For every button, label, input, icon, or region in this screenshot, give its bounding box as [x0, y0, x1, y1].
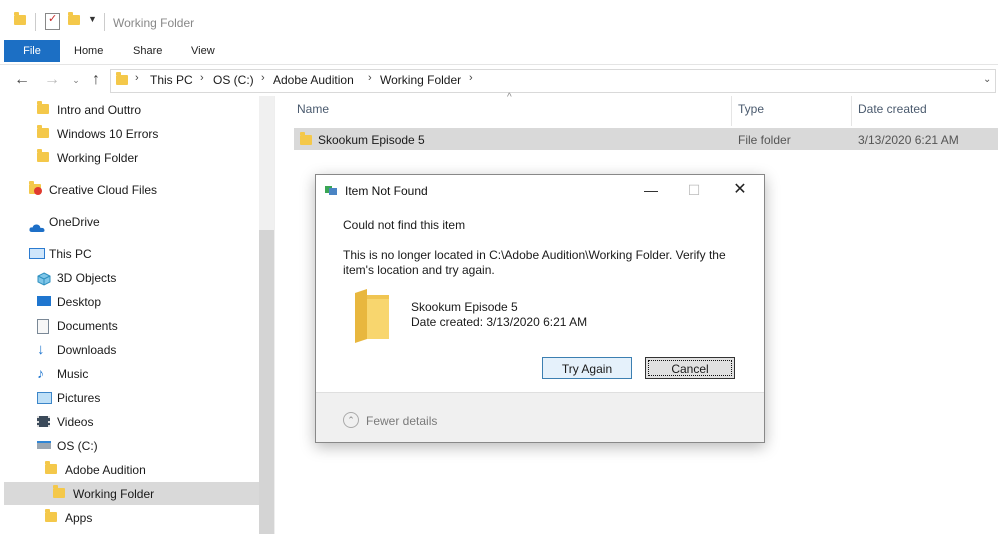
move-file-icon	[325, 186, 337, 195]
column-divider[interactable]	[731, 96, 732, 126]
tab-home[interactable]: Home	[74, 40, 103, 62]
dialog-heading: Could not find this item	[343, 218, 466, 232]
row-type: File folder	[738, 133, 791, 147]
breadcrumb-os-c[interactable]: OS (C:)	[213, 73, 254, 87]
folder-icon	[300, 132, 312, 145]
dialog-item-name: Skookum Episode 5	[411, 300, 518, 314]
nav-scrollbar-thumb[interactable]	[259, 230, 274, 534]
address-bar[interactable]: › This PC › OS (C:) › Adobe Audition › W…	[110, 69, 996, 93]
minimize-button[interactable]: —	[628, 179, 674, 201]
new-folder-icon[interactable]	[68, 12, 80, 25]
videos-icon	[37, 416, 50, 427]
breadcrumb-separator-icon[interactable]: ›	[135, 72, 139, 84]
folder-icon	[37, 149, 49, 162]
breadcrumb-separator-icon[interactable]: ›	[469, 72, 473, 84]
dialog-footer: ⌃ Fewer details	[316, 392, 764, 442]
navigation-row: ← → ⌄ ↑ › This PC › OS (C:) › Adobe Audi…	[0, 66, 998, 94]
forward-arrow-icon[interactable]: →	[42, 70, 62, 90]
folder-icon	[45, 509, 57, 522]
folder-icon	[14, 12, 26, 25]
column-header-name[interactable]: Name	[297, 102, 329, 122]
computer-icon	[29, 248, 45, 259]
desktop-icon	[37, 296, 51, 306]
divider	[104, 13, 105, 31]
properties-icon[interactable]: ✓	[45, 13, 60, 30]
breadcrumb-separator-icon[interactable]: ›	[368, 72, 372, 84]
chevron-down-icon[interactable]: ▼	[88, 14, 97, 24]
documents-icon	[37, 319, 49, 334]
creative-cloud-icon	[29, 181, 42, 195]
divider	[35, 13, 36, 31]
tab-share[interactable]: Share	[133, 40, 162, 62]
ribbon-tabs: File Home Share View	[0, 40, 998, 65]
column-header-type[interactable]: Type	[738, 102, 764, 122]
folder-icon	[116, 72, 128, 85]
folder-icon	[53, 485, 65, 498]
sort-ascending-icon: ^	[507, 92, 512, 103]
pictures-icon	[37, 392, 52, 404]
row-name[interactable]: Skookum Episode 5	[318, 133, 425, 147]
window-title: Working Folder	[113, 16, 195, 30]
try-again-button[interactable]: Try Again	[542, 357, 632, 379]
folder-icon	[37, 125, 49, 138]
item-not-found-dialog: Item Not Found — ☐ ✕ Could not find this…	[315, 174, 765, 443]
breadcrumb-separator-icon[interactable]: ›	[200, 72, 204, 84]
chevron-up-icon[interactable]: ⌃	[343, 412, 359, 428]
address-dropdown-icon[interactable]: ⌄	[983, 74, 991, 85]
breadcrumb-this-pc[interactable]: This PC	[150, 73, 193, 87]
dialog-message: This is no longer located in C:\Adobe Au…	[343, 248, 726, 277]
title-bar: ✓ ▼ Working Folder	[0, 0, 998, 40]
tab-view[interactable]: View	[191, 40, 215, 62]
cancel-button[interactable]: Cancel	[645, 357, 735, 379]
fewer-details-link[interactable]: Fewer details	[366, 414, 437, 428]
dialog-title-bar: Item Not Found — ☐ ✕	[316, 175, 764, 205]
folder-icon	[37, 101, 49, 114]
dialog-title: Item Not Found	[345, 184, 428, 198]
breadcrumb-separator-icon[interactable]: ›	[261, 72, 265, 84]
tab-file[interactable]: File	[4, 40, 60, 62]
column-divider[interactable]	[851, 96, 852, 126]
onedrive-icon	[29, 218, 45, 240]
downloads-icon: ↓	[37, 341, 45, 358]
dialog-item-date: Date created: 3/13/2020 6:21 AM	[411, 315, 588, 329]
close-button[interactable]: ✕	[717, 179, 763, 201]
folder-icon	[45, 461, 57, 474]
column-header-date-created[interactable]: Date created	[858, 102, 927, 122]
drive-icon	[37, 441, 51, 449]
breadcrumb-adobe-audition[interactable]: Adobe Audition	[273, 73, 354, 87]
navigation-pane: Intro and Outtro Windows 10 Errors Worki…	[0, 96, 275, 534]
3d-objects-icon	[37, 271, 51, 293]
up-arrow-icon[interactable]: ↑	[86, 70, 106, 90]
row-date-created: 3/13/2020 6:21 AM	[858, 133, 959, 147]
back-arrow-icon[interactable]: ←	[12, 70, 32, 90]
large-folder-icon	[353, 289, 391, 343]
music-icon: ♪	[37, 365, 44, 381]
breadcrumb-working-folder[interactable]: Working Folder	[380, 73, 461, 87]
maximize-button[interactable]: ☐	[671, 179, 717, 201]
recent-chevron-icon[interactable]: ⌄	[66, 70, 86, 90]
